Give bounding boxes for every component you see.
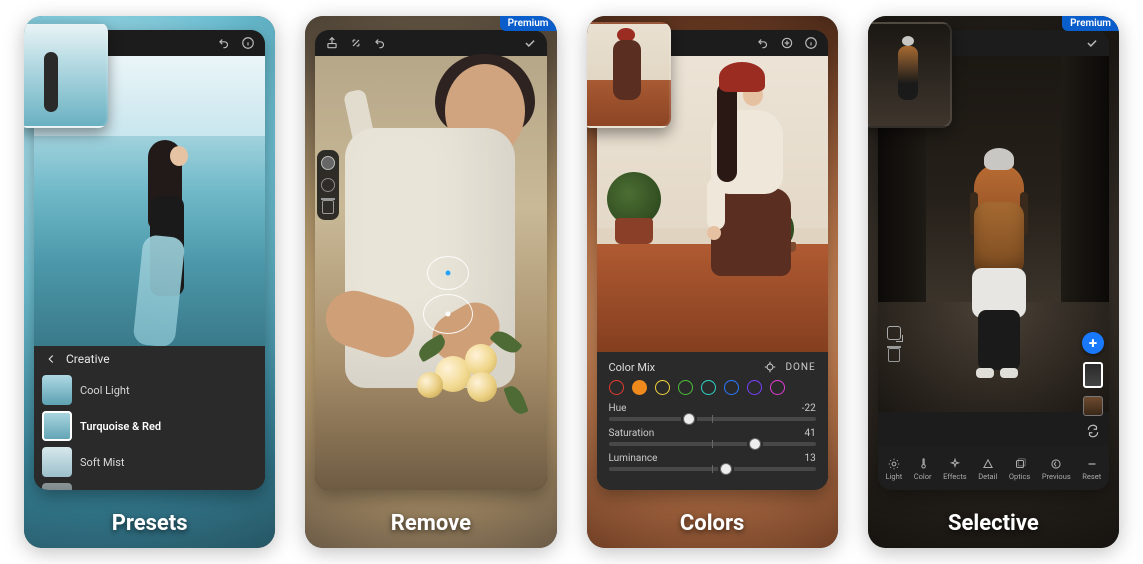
preset-thumb xyxy=(42,483,72,490)
heal-brush-button[interactable] xyxy=(321,156,335,170)
color-swatch-purple[interactable] xyxy=(747,380,762,395)
heal-source-outline[interactable] xyxy=(427,256,469,290)
tool-label: Light xyxy=(886,472,903,481)
screenshot-presets: Creative Cool Light Turquoise & Red Soft… xyxy=(24,16,275,548)
preset-row[interactable]: Soft Mist xyxy=(42,444,257,480)
phone-remove xyxy=(315,30,546,490)
selective-left-tools xyxy=(884,326,904,370)
inset-before-thumb xyxy=(868,22,952,128)
sun-icon xyxy=(887,457,901,471)
slider-value: -22 xyxy=(802,403,816,414)
tool-label: Detail xyxy=(978,472,997,481)
tool-label: Effects xyxy=(943,472,967,481)
info-icon[interactable] xyxy=(241,36,255,50)
inset-before-thumb xyxy=(24,22,108,128)
heal-clone-button[interactable] xyxy=(321,178,335,192)
dash-icon xyxy=(1085,457,1099,471)
sparkle-icon xyxy=(948,457,962,471)
color-swatch-green[interactable] xyxy=(678,380,693,395)
chevron-left-icon xyxy=(44,352,58,366)
back-icon xyxy=(1049,457,1063,471)
tool-label: Reset xyxy=(1082,472,1101,481)
undo-icon[interactable] xyxy=(217,36,231,50)
done-button[interactable]: DONE xyxy=(785,362,815,373)
inset-before-thumb xyxy=(587,22,671,128)
edit-toolbar: Light Color Effects Detail Optics Previo… xyxy=(878,446,1109,490)
color-panel-title: Color Mix xyxy=(609,361,656,374)
slider-value: 41 xyxy=(805,428,816,439)
preset-thumb xyxy=(42,447,72,477)
slider-label: Luminance xyxy=(609,453,658,464)
slider-luminance[interactable]: Luminance 13 xyxy=(609,453,816,471)
slider-value: 13 xyxy=(805,453,816,464)
mask-thumb[interactable] xyxy=(1083,396,1103,416)
screenshot-colors: Color Mix DONE Hue -22 Saturation 41 xyxy=(587,16,838,548)
color-swatch-orange[interactable] xyxy=(632,380,647,395)
tool-label: Optics xyxy=(1009,472,1030,481)
thermometer-icon xyxy=(916,457,930,471)
preset-row[interactable]: Turquoise & Red xyxy=(42,408,257,444)
premium-badge: Premium xyxy=(500,16,557,31)
delete-mask-icon[interactable] xyxy=(888,348,900,362)
preset-row[interactable]: Vintage Instant xyxy=(42,480,257,490)
tool-light[interactable]: Light xyxy=(886,457,903,481)
tool-color[interactable]: Color xyxy=(914,457,932,481)
preset-thumb xyxy=(42,375,72,405)
premium-badge: Premium xyxy=(1062,16,1119,31)
tool-optics[interactable]: Optics xyxy=(1009,457,1030,481)
heal-toolbox xyxy=(317,150,339,220)
share-icon[interactable] xyxy=(325,36,339,50)
slider-hue[interactable]: Hue -22 xyxy=(609,403,816,421)
color-swatch-red[interactable] xyxy=(609,380,624,395)
color-swatch-blue[interactable] xyxy=(724,380,739,395)
check-icon[interactable] xyxy=(1085,36,1099,50)
undo-icon[interactable] xyxy=(373,36,387,50)
target-picker-icon[interactable] xyxy=(763,360,777,374)
color-mix-panel: Color Mix DONE Hue -22 Saturation 41 xyxy=(597,352,828,490)
plus-icon[interactable] xyxy=(780,36,794,50)
triangle-icon xyxy=(981,457,995,471)
tool-effects[interactable]: Effects xyxy=(943,457,967,481)
tool-previous[interactable]: Previous xyxy=(1042,457,1071,481)
tool-reset[interactable]: Reset xyxy=(1082,457,1101,481)
color-swatch-teal[interactable] xyxy=(701,380,716,395)
topbar xyxy=(315,30,546,56)
tool-label: Color xyxy=(914,472,932,481)
stack-icon xyxy=(1013,457,1027,471)
invert-icon[interactable] xyxy=(1086,424,1100,438)
expand-icon[interactable] xyxy=(349,36,363,50)
screenshot-selective: Premium xyxy=(868,16,1119,548)
color-swatch-magenta[interactable] xyxy=(770,380,785,395)
tool-label: Previous xyxy=(1042,472,1071,481)
add-mask-button[interactable]: + xyxy=(1082,332,1104,354)
preset-label: Soft Mist xyxy=(80,456,125,469)
screenshot-remove: Premium xyxy=(305,16,556,548)
slider-label: Saturation xyxy=(609,428,655,439)
mask-thumb-selected[interactable] xyxy=(1083,362,1103,388)
info-icon[interactable] xyxy=(804,36,818,50)
slider-saturation[interactable]: Saturation 41 xyxy=(609,428,816,446)
preset-label: Turquoise & Red xyxy=(80,420,161,433)
undo-icon[interactable] xyxy=(756,36,770,50)
photo-preview[interactable] xyxy=(315,56,546,490)
preset-thumb xyxy=(42,411,72,441)
selective-right-tools: + xyxy=(1081,332,1105,438)
preset-row[interactable]: Cool Light xyxy=(42,372,257,408)
heal-target-outline[interactable] xyxy=(423,294,473,334)
check-icon[interactable] xyxy=(523,36,537,50)
heal-delete-button[interactable] xyxy=(322,200,334,214)
color-swatch-row xyxy=(609,380,816,395)
compare-icon[interactable] xyxy=(887,326,901,340)
presets-list: Cool Light Turquoise & Red Soft Mist Vin… xyxy=(34,372,265,490)
presets-category-label: Creative xyxy=(66,352,110,366)
slider-label: Hue xyxy=(609,403,627,414)
preset-label: Cool Light xyxy=(80,384,130,397)
presets-category-header[interactable]: Creative xyxy=(34,346,265,372)
presets-panel: Creative Cool Light Turquoise & Red Soft… xyxy=(34,346,265,490)
tool-detail[interactable]: Detail xyxy=(978,457,997,481)
color-swatch-yellow[interactable] xyxy=(655,380,670,395)
